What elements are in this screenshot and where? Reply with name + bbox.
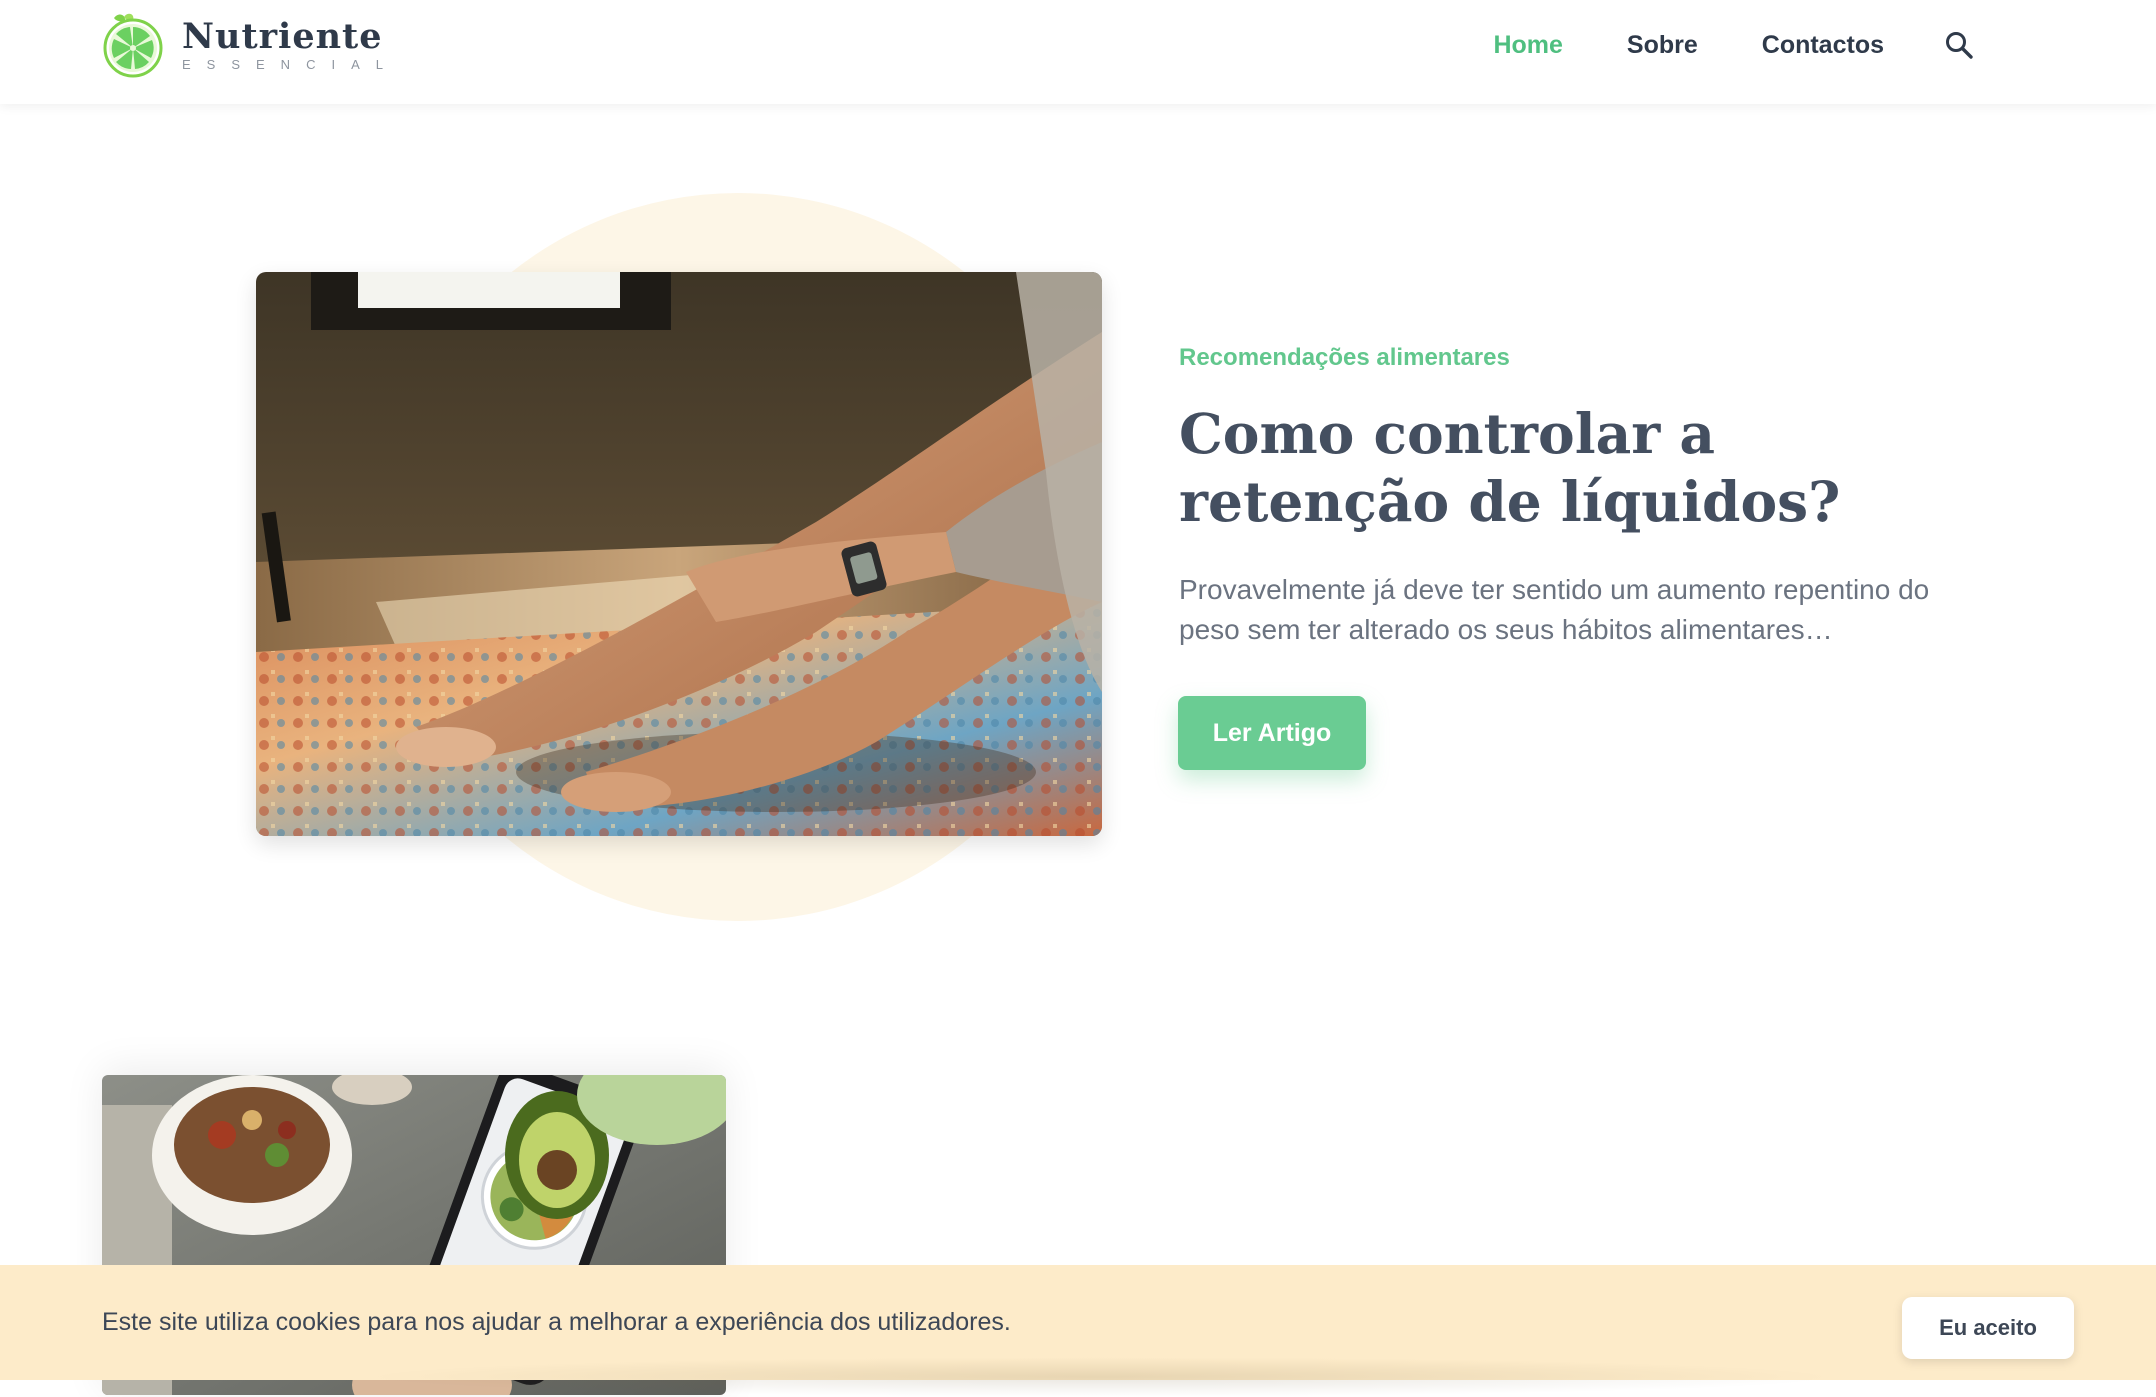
search-icon[interactable] <box>1942 28 1976 62</box>
nav-contactos[interactable]: Contactos <box>1762 31 1884 60</box>
article-category[interactable]: Recomendações alimentares <box>1179 344 1939 372</box>
cookie-bar-shadow <box>360 1357 1840 1397</box>
logo-text: Nutriente ESSENCIAL <box>182 18 399 72</box>
featured-article-image[interactable] <box>256 272 1102 836</box>
article-excerpt: Provavelmente já deve ter sentido um aum… <box>1179 574 1930 645</box>
nav-home[interactable]: Home <box>1493 31 1562 60</box>
lime-logo-icon <box>100 12 166 78</box>
accept-cookies-button[interactable]: Eu aceito <box>1902 1297 2074 1359</box>
article-title[interactable]: Como controlar a retenção de líquidos? <box>1179 400 1939 536</box>
cookie-consent-bar: Este site utiliza cookies para nos ajuda… <box>0 1265 2156 1397</box>
nav-sobre[interactable]: Sobre <box>1627 31 1698 60</box>
read-article-button[interactable]: Ler Artigo <box>1178 696 1366 770</box>
featured-article-text: Recomendações alimentares Como controlar… <box>1179 344 1939 650</box>
main-nav: Home Sobre Contactos <box>1429 28 1976 62</box>
site-logo[interactable]: Nutriente ESSENCIAL <box>100 10 399 80</box>
brand-name: Nutriente <box>182 16 383 57</box>
brand-tagline: ESSENCIAL <box>182 57 399 72</box>
site-header: Nutriente ESSENCIAL Home Sobre Contactos <box>0 0 2156 104</box>
cookie-message: Este site utiliza cookies para nos ajuda… <box>102 1308 1011 1336</box>
